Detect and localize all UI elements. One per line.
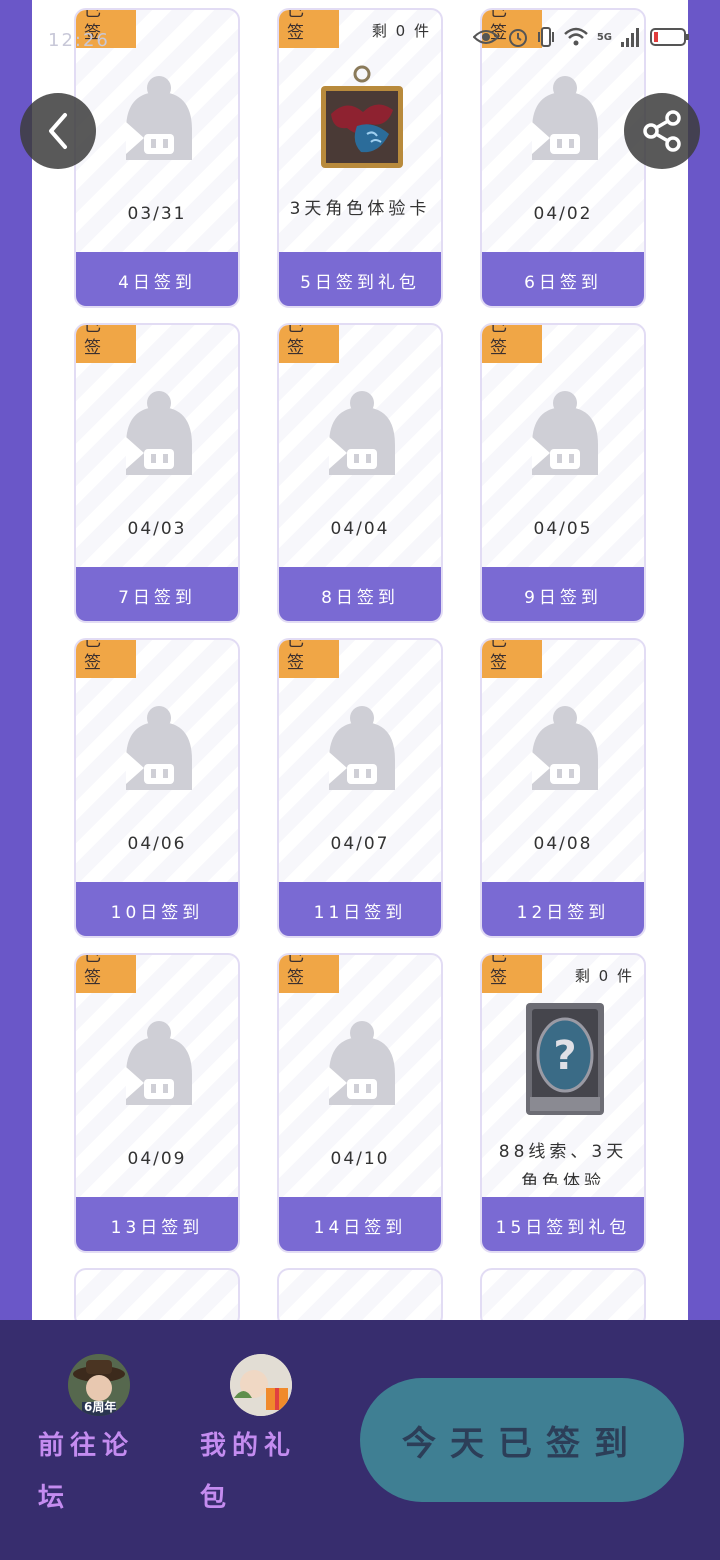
card-day-label: 4日签到 [76,252,238,306]
mask-icon [321,65,403,168]
signed-today-button[interactable]: 今天已签到 [360,1378,684,1502]
signed-badge-text: 已签 [84,323,101,358]
card-day-label: 6日签到 [482,252,644,306]
card-day-label: 9日签到 [482,567,644,621]
sign-in-card-day9[interactable]: 已签 04/05 9日签到 [480,323,646,623]
forum-thumbnail[interactable]: 6周年 [68,1354,130,1416]
card-date: 04/10 [330,1149,390,1169]
card-day-label: 15日签到礼包 [482,1197,644,1251]
sign-in-card-day12[interactable]: 已签 04/08 12日签到 [480,638,646,938]
placeholder-avatar-icon [329,1021,395,1105]
card-day-label: 11日签到 [279,882,441,936]
status-bar: 12:26 5G [0,24,720,58]
signed-badge-text: 已签 [287,323,304,358]
placeholder-avatar-icon [532,391,598,475]
chevron-left-icon [49,113,67,149]
card-date: 04/06 [127,834,187,854]
anniversary-tag: 6周年 [84,1400,117,1414]
placeholder-avatar-icon [532,706,598,790]
card-day-label: 10日签到 [76,882,238,936]
my-gifts-link[interactable]: 我的礼包 [200,1420,310,1524]
sign-in-card-day7[interactable]: 已签 04/03 7日签到 [74,323,240,623]
sign-in-card-day8[interactable]: 已签 04/04 8日签到 [277,323,443,623]
back-button[interactable] [20,93,96,169]
wifi-icon [563,27,588,46]
card-date: 04/05 [533,519,593,539]
card-day-label: 5日签到礼包 [279,252,441,306]
svg-text:?: ? [553,1033,576,1079]
card-day-label: 8日签到 [279,567,441,621]
bottom-action-bar: 6周年 前往论坛 我的礼包 今天已签到 [0,1320,720,1560]
card-day-label: 12日签到 [482,882,644,936]
network-type: 5G [596,31,612,43]
signed-badge-text: 已签 [287,953,304,988]
sign-in-card-day11[interactable]: 已签 04/07 11日签到 [277,638,443,938]
card-date: 04/07 [330,834,390,854]
sign-in-card-day10[interactable]: 已签 04/06 10日签到 [74,638,240,938]
battery-icon [650,28,689,46]
status-time: 12:26 [48,30,110,51]
sign-in-grid-panel: 已签 03/31 4日签到 已签 剩 0 件 3天角色体验卡 5日签到礼包 已签 [32,0,688,1320]
share-button[interactable] [624,93,700,169]
placeholder-avatar-icon [532,76,598,160]
placeholder-avatar-icon [329,391,395,475]
status-icons: 5G [472,26,690,48]
sign-in-card-next[interactable] [480,1268,646,1320]
gift-icon [230,1354,292,1416]
eye-icon [472,30,499,44]
reward-name: 3天角色体验卡 [289,199,431,219]
card-date: 04/08 [533,834,593,854]
go-to-forum-link[interactable]: 前往论坛 [38,1420,148,1524]
sign-in-card-next[interactable] [74,1268,240,1320]
placeholder-avatar-icon [126,391,192,475]
sign-in-card-day15-gift[interactable]: 已签 剩 0 件 ? 88线索、3天角色体验 15日签到礼包 [480,953,646,1253]
gift-thumbnail[interactable] [230,1354,292,1416]
placeholder-avatar-icon [126,76,192,160]
vibrate-icon [537,27,554,47]
alarm-icon [508,29,527,47]
card-day-label: 14日签到 [279,1197,441,1251]
card-date: 04/02 [533,204,593,224]
signed-badge-text: 已签 [490,953,507,988]
sign-in-card-next[interactable] [277,1268,443,1320]
card-day-label: 13日签到 [76,1197,238,1251]
card-date: 04/09 [127,1149,187,1169]
placeholder-avatar-icon [329,706,395,790]
card-day-label: 7日签到 [76,567,238,621]
signal-icon [621,28,639,47]
signed-badge-text: 已签 [490,323,507,358]
signed-badge-text: 已签 [84,953,101,988]
placeholder-avatar-icon [126,706,192,790]
mystery-card-icon: ? [526,1003,604,1115]
card-date: 03/31 [127,204,187,224]
share-icon [643,110,681,152]
card-date: 04/03 [127,519,187,539]
sign-in-card-day13[interactable]: 已签 04/09 13日签到 [74,953,240,1253]
placeholder-avatar-icon [126,1021,192,1105]
sign-in-card-day14[interactable]: 已签 04/10 14日签到 [277,953,443,1253]
signed-badge-text: 已签 [287,638,304,673]
signed-badge-text: 已签 [490,638,507,673]
signed-badge-text: 已签 [84,638,101,673]
reward-name: 88线索、3天角色体验 [498,1142,628,1185]
card-date: 04/04 [330,519,390,539]
remaining-count: 剩 0 件 [574,967,634,985]
